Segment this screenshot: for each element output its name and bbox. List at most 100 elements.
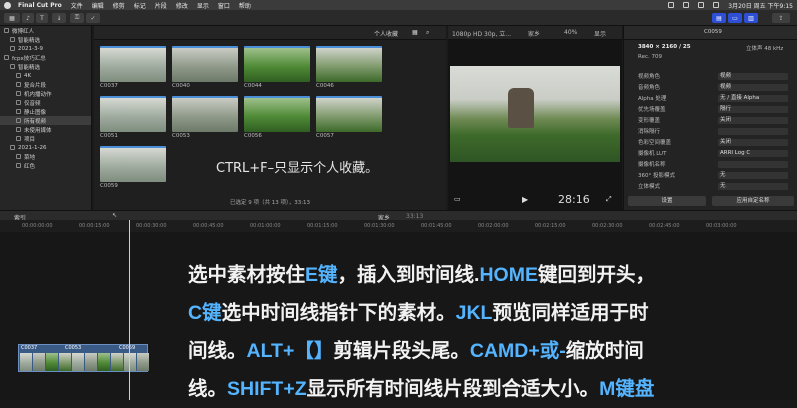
clip-thumbnail[interactable]: C0051 xyxy=(100,96,166,141)
sidebar-item[interactable]: 机内播动作 xyxy=(0,89,91,98)
menu-view[interactable]: 显示 xyxy=(197,1,209,10)
inspector-value-dropdown[interactable] xyxy=(718,127,788,135)
sidebar-item[interactable]: 微博红人 xyxy=(0,26,91,35)
sidebar-item[interactable]: 菜地 xyxy=(0,152,91,161)
inspector-row: 音频角色 视频 xyxy=(638,83,788,91)
check-icon[interactable]: ✓ xyxy=(86,13,100,23)
settings-tab[interactable]: 设置 xyxy=(628,196,706,206)
sidebar-item[interactable]: 项目 xyxy=(0,134,91,143)
clip-thumbnail[interactable]: C0053 xyxy=(172,96,238,141)
clip-image xyxy=(316,46,382,82)
sidebar-item[interactable]: fcpx技巧汇总 xyxy=(0,53,91,62)
clip-resolution: 3840 × 2160 / 25 xyxy=(638,44,691,50)
sidebar-item[interactable]: 未使用媒体 xyxy=(0,125,91,134)
clip-thumbnail[interactable]: C0040 xyxy=(172,46,238,91)
transform-icon[interactable]: ▭ xyxy=(454,195,461,203)
apply-name-button[interactable]: 应用自定名称 xyxy=(712,196,794,206)
inspector-value-dropdown[interactable]: 无 / 直接 Alpha xyxy=(718,94,788,102)
format-label: 1080p HD 30p, 立... xyxy=(452,31,512,38)
caption-shortcut: C键 xyxy=(188,302,222,324)
clip-thumbnail[interactable]: C0046 xyxy=(316,46,382,91)
timeline-toolbar: 索引 家乡 33:13 ↖ xyxy=(0,210,797,222)
sidebar-item-label: 菜地 xyxy=(24,154,36,161)
folder-icon xyxy=(16,118,21,123)
caption-shortcut: CAMD+或- xyxy=(469,340,566,362)
grid-icon[interactable]: ▦ xyxy=(412,29,418,36)
playhead[interactable] xyxy=(129,220,130,400)
play-icon[interactable]: ▶ xyxy=(522,195,528,204)
clip-thumbnail[interactable]: C0044 xyxy=(244,46,310,91)
inspector-value-dropdown[interactable]: 视频 xyxy=(718,83,788,91)
caption-line: 间线。ALT+【】剪辑片段头尾。CAMD+或-缩放时间 xyxy=(188,332,748,370)
wifi-icon[interactable] xyxy=(683,2,690,8)
key-icon[interactable]: ⚿ xyxy=(70,13,84,23)
inspector-row: 立体模式 无 xyxy=(638,182,788,190)
clip-thumbnail[interactable]: C0057 xyxy=(316,96,382,141)
share-button[interactable]: ⇪ xyxy=(772,13,790,23)
fullscreen-icon[interactable]: ⤢ xyxy=(606,195,612,204)
photos-button[interactable]: ♪ xyxy=(22,13,34,23)
clip-thumbnail[interactable]: C0059 xyxy=(100,146,166,191)
clip-name: C0057 xyxy=(316,133,334,139)
import-icon[interactable]: ↓ xyxy=(52,13,66,23)
menu-file[interactable]: 文件 xyxy=(71,1,83,10)
view-dropdown[interactable]: 显示 xyxy=(594,29,606,38)
clip-image xyxy=(316,96,382,132)
menu-mark[interactable]: 标记 xyxy=(134,1,146,10)
clip-thumbnail[interactable]: C0037 xyxy=(100,46,166,91)
sidebar-item[interactable]: 复合片段 xyxy=(0,80,91,89)
app-menu[interactable]: Final Cut Pro xyxy=(18,2,62,9)
ruler-tick: 00:00:00:00 xyxy=(22,223,53,229)
clip-image xyxy=(100,96,166,132)
menu-modify[interactable]: 修改 xyxy=(176,1,188,10)
folder-icon xyxy=(10,64,15,69)
inspector-value-dropdown[interactable]: 隔行 xyxy=(718,105,788,113)
clip-filmstrip-frame xyxy=(85,353,97,371)
search-icon[interactable] xyxy=(713,2,720,8)
ruler-tick: 00:00:15:00 xyxy=(79,223,110,229)
inspector-value-dropdown[interactable]: 无 xyxy=(718,182,788,190)
filter-dropdown[interactable]: 个人收藏 xyxy=(374,29,398,38)
menu-window[interactable]: 窗口 xyxy=(218,1,230,10)
sidebar-item[interactable]: 4K xyxy=(0,71,91,80)
menu-edit[interactable]: 编辑 xyxy=(92,1,104,10)
viewer-controls: ▭ ▶ 28:16 ⤢ xyxy=(448,192,622,210)
clip-filmstrip-frame xyxy=(137,353,149,371)
inspector-value-dropdown[interactable]: ARRI Log C xyxy=(718,149,788,157)
inspector-value-dropdown[interactable] xyxy=(718,160,788,168)
ruler-tick: 00:01:30:00 xyxy=(364,223,395,229)
inspector-toggle[interactable]: ▥ xyxy=(744,13,758,23)
inspector-value-dropdown[interactable]: 关闭 xyxy=(718,138,788,146)
menu-clip[interactable]: 片段 xyxy=(155,1,167,10)
zoom-dropdown[interactable]: 40% xyxy=(564,29,577,36)
inspector-header: C0059 xyxy=(624,26,797,40)
sidebar-item[interactable]: 2021-1-26 xyxy=(0,143,91,152)
sidebar-item[interactable]: 静止图像 xyxy=(0,107,91,116)
sidebar-item-label: 智能精选 xyxy=(18,64,41,71)
sidebar-item[interactable]: 2021-3-9 xyxy=(0,44,91,53)
caption-shortcut: HOME xyxy=(479,264,538,286)
inspector-value-dropdown[interactable]: 无 xyxy=(718,171,788,179)
sidebar-item-label: 2021-1-26 xyxy=(18,144,47,151)
status-icon[interactable] xyxy=(668,2,675,8)
apple-icon[interactable] xyxy=(4,1,11,9)
menu-help[interactable]: 帮助 xyxy=(239,1,251,10)
timeline-toggle[interactable]: ▭ xyxy=(728,13,742,23)
caption-text: 选中时间线指针下的素材。 xyxy=(221,302,456,324)
browser-toggle[interactable]: ▤ xyxy=(712,13,726,23)
select-tool-icon[interactable]: ↖ xyxy=(112,212,117,219)
menu-trim[interactable]: 修剪 xyxy=(113,1,125,10)
folder-icon xyxy=(4,28,9,33)
sidebar-item[interactable]: 智能精选 xyxy=(0,62,91,71)
sidebar-item[interactable]: 智能精选 xyxy=(0,35,91,44)
inspector-value-dropdown[interactable]: 视频 xyxy=(718,72,788,80)
sidebar-item[interactable]: 仅音频 xyxy=(0,98,91,107)
libraries-button[interactable]: ▦ xyxy=(4,13,20,23)
inspector-value-dropdown[interactable]: 关闭 xyxy=(718,116,788,124)
sidebar-item[interactable]: 所有视频 xyxy=(0,116,91,125)
sidebar-item[interactable]: 红色 xyxy=(0,161,91,170)
search-icon[interactable]: ⌕ xyxy=(426,29,429,37)
battery-icon[interactable] xyxy=(698,2,705,8)
titles-button[interactable]: T xyxy=(36,13,48,23)
clip-thumbnail[interactable]: C0056 xyxy=(244,96,310,141)
